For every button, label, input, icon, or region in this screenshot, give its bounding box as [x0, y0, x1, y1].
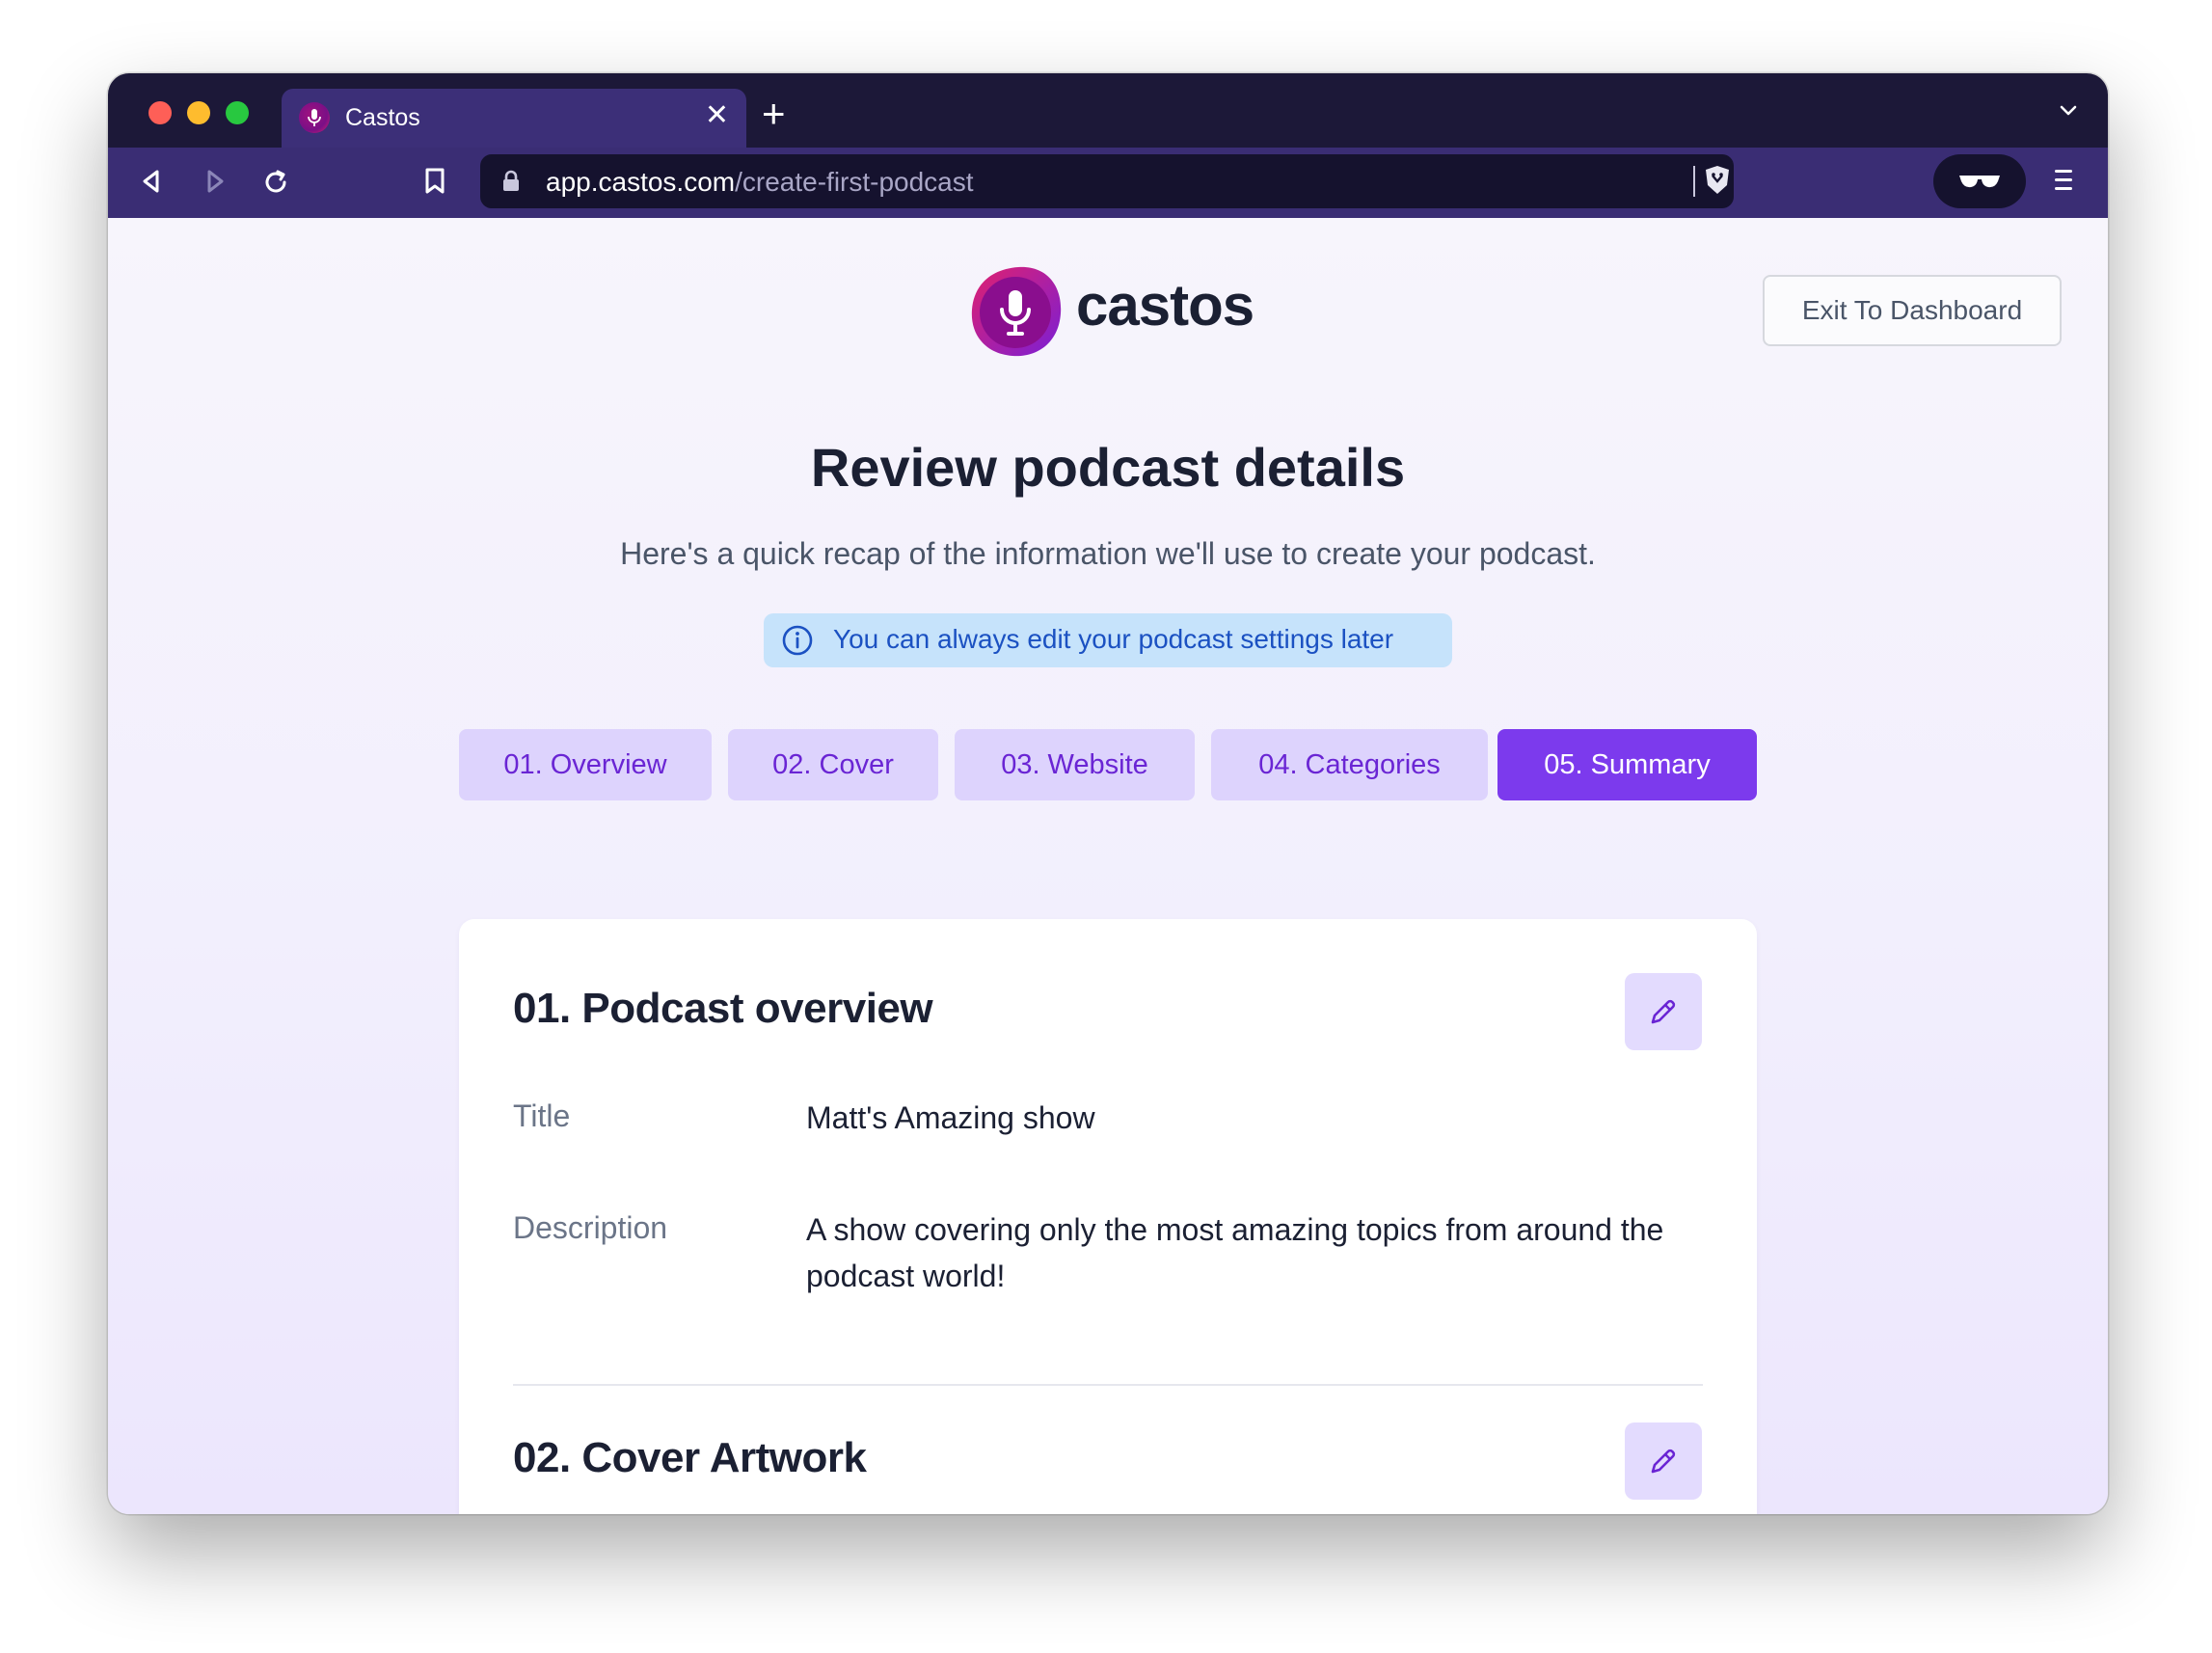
new-tab-icon[interactable]: + [762, 94, 786, 134]
back-icon[interactable] [137, 167, 166, 196]
title-value: Matt's Amazing show [806, 1100, 1095, 1135]
page-content: castos Exit To Dashboard Review podcast … [108, 218, 2108, 1514]
exit-to-dashboard-button[interactable]: Exit To Dashboard [1763, 275, 2062, 346]
step-tab-categories[interactable]: 04. Categories [1211, 729, 1488, 800]
section-divider [513, 1384, 1703, 1386]
bookmark-icon[interactable] [422, 167, 447, 196]
maximize-window-button[interactable] [226, 101, 249, 124]
step-tabs: 01. Overview 02. Cover 03. Website 04. C… [108, 729, 2108, 800]
step-tab-summary[interactable]: 05. Summary [1497, 729, 1757, 800]
close-window-button[interactable] [148, 101, 172, 124]
tab-strip: Castos ✕ + [108, 73, 2108, 148]
step-tab-website[interactable]: 03. Website [955, 729, 1195, 800]
logo-wordmark: castos [1076, 273, 1254, 338]
menu-icon[interactable] [2053, 168, 2074, 193]
pencil-icon [1651, 1449, 1676, 1474]
castos-favicon-icon [299, 102, 330, 133]
minimize-window-button[interactable] [187, 101, 210, 124]
page-subtitle: Here's a quick recap of the information … [620, 536, 1596, 571]
pencil-icon [1651, 999, 1676, 1024]
edit-overview-button[interactable] [1625, 973, 1702, 1050]
info-icon [782, 625, 813, 656]
reload-icon[interactable] [260, 167, 291, 198]
address-bar[interactable]: app.castos.com/create-first-podcast [480, 154, 1734, 208]
page-title: Review podcast details [810, 437, 1406, 498]
brave-shield-icon[interactable] [1703, 164, 1732, 197]
overview-section-title: 01. Podcast overview [513, 985, 933, 1032]
edit-cover-button[interactable] [1625, 1423, 1702, 1500]
summary-card: 01. Podcast overview Title Matt's Amazin… [459, 919, 1757, 1514]
cover-section-title: 02. Cover Artwork [513, 1434, 867, 1481]
forward-icon[interactable] [201, 167, 229, 196]
step-tab-cover[interactable]: 02. Cover [728, 729, 938, 800]
chevron-down-icon[interactable] [2058, 99, 2079, 121]
description-value: A show covering only the most amazing to… [806, 1212, 1664, 1293]
step-tab-overview[interactable]: 01. Overview [459, 729, 712, 800]
tab-title: Castos [345, 104, 420, 131]
info-banner: You can always edit your podcast setting… [764, 613, 1452, 667]
glasses-icon [1959, 176, 2000, 188]
private-mode-button[interactable] [1933, 154, 2026, 208]
castos-logo-icon [971, 266, 1062, 357]
url-divider [1693, 166, 1695, 197]
info-text: You can always edit your podcast setting… [833, 624, 1394, 654]
lock-icon [503, 170, 519, 191]
description-label: Description [513, 1210, 668, 1245]
url-text: app.castos.com/create-first-podcast [546, 167, 974, 197]
browser-window: Castos ✕ + app.castos.com/create-first-p… [108, 73, 2108, 1514]
tab-close-icon[interactable]: ✕ [705, 99, 729, 132]
title-label: Title [513, 1098, 571, 1133]
browser-tab[interactable]: Castos ✕ [282, 89, 746, 148]
